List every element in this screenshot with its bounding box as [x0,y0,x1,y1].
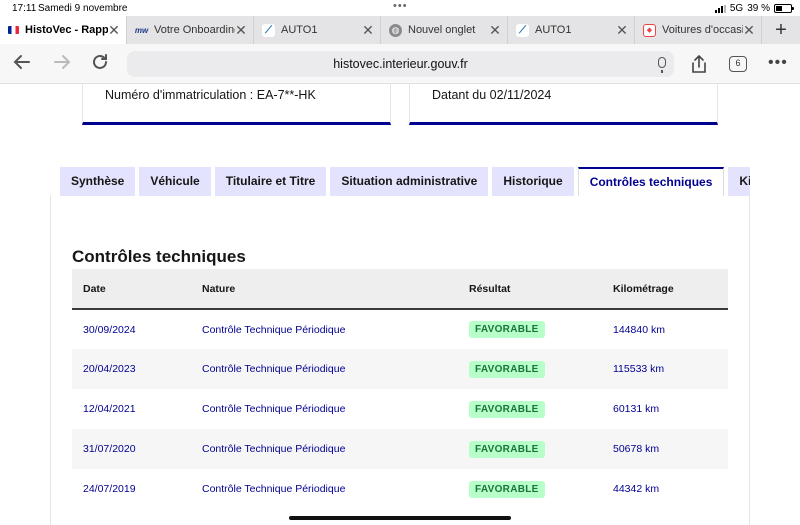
battery-icon [774,4,794,13]
close-tab-icon[interactable]: ✕ [235,22,247,39]
auto1-logo-icon: ⟋ [516,23,529,37]
table-row: 24/07/2019 Contrôle Technique Périodique… [72,469,728,509]
status-time: 17:11 [12,3,37,14]
table-row: 12/04/2021 Contrôle Technique Périodique… [72,389,728,429]
cell-nature: Contrôle Technique Périodique [202,323,346,336]
new-tab-button[interactable]: + [762,16,800,44]
globe-icon: ◍ [389,23,402,37]
cell-nature: Contrôle Technique Périodique [202,403,346,415]
browser-tab-title: AUTO1 [535,24,572,36]
result-badge: FAVORABLE [469,360,545,378]
cell-date: 12/04/2021 [83,403,136,415]
table-row: 30/09/2024 Contrôle Technique Périodique… [72,309,728,349]
tab-situation-administrative[interactable]: Situation administrative [330,167,489,196]
browser-tab-title: AUTO1 [281,24,318,36]
result-badge: FAVORABLE [469,321,545,338]
status-bar: 17:11 Samedi 9 novembre ••• 5G 39 % [0,0,800,16]
microphone-icon[interactable] [658,57,666,73]
close-tab-icon[interactable]: ✕ [108,22,120,39]
tab-historique[interactable]: Historique [492,167,574,196]
close-tab-icon[interactable]: ✕ [362,22,374,39]
cell-result: FAVORABLE [458,429,602,469]
browser-tab-title: HistoVec - Rapport [25,24,108,36]
back-arrow-icon[interactable] [12,52,32,78]
mw-logo-icon: mw [134,25,149,35]
column-header-result: Résultat [458,269,602,310]
multitask-dots-icon[interactable]: ••• [393,0,408,12]
cell-mileage: 144840 km [613,323,665,336]
column-header-nature: Nature [191,269,458,310]
close-tab-icon[interactable]: ✕ [743,22,755,39]
browser-toolbar: histovec.interieur.gouv.fr 6 ••• [0,44,800,84]
cell-mileage: 44342 km [613,483,660,495]
status-date: Samedi 9 novembre [38,3,128,14]
section-title: Contrôles techniques [72,247,246,266]
report-tabs: Synthèse Véhicule Titulaire et Titre Sit… [60,167,750,196]
table-header-row: Date Nature Résultat Kilométrage [72,269,728,310]
report-date-text: Datant du 02/11/2024 [432,88,552,102]
tab-synthese[interactable]: Synthèse [60,167,136,196]
tab-kilometrage[interactable]: Kilométrage [728,167,750,196]
url-text: histovec.interieur.gouv.fr [333,57,468,71]
browser-tab-bar: HistoVec - Rapport ✕ mw Votre Onboarding… [0,16,800,44]
browser-tab[interactable]: HistoVec - Rapport ✕ [0,16,127,44]
auto1-logo-icon: ⟋ [262,23,275,37]
result-badge: FAVORABLE [469,400,545,418]
cell-nature: Contrôle Technique Périodique [202,483,346,495]
tab-titulaire[interactable]: Titulaire et Titre [214,167,327,196]
browser-tab-title: Nouvel onglet [408,24,476,36]
close-tab-icon[interactable]: ✕ [616,22,628,39]
report-date-card: Datant du 02/11/2024 [409,84,718,125]
browser-tab[interactable]: ⟋ AUTO1 ✕ [508,16,635,44]
cell-date: 24/07/2019 [83,483,136,495]
browser-tab[interactable]: ◆ Voitures d'occasion ✕ [635,16,762,44]
registration-card: Numéro d'immatriculation : EA-7**-HK [82,84,391,125]
column-header-mileage: Kilométrage [602,269,728,310]
result-badge: FAVORABLE [469,480,545,498]
browser-tab-title: Votre Onboarding [154,24,235,36]
more-options-icon[interactable]: ••• [768,54,788,72]
tab-vehicule[interactable]: Véhicule [139,167,211,196]
cell-nature: Contrôle Technique Périodique [191,349,458,389]
close-tab-icon[interactable]: ✕ [489,22,501,39]
cell-result: FAVORABLE [458,349,602,389]
status-right: 5G 39 % [714,3,794,14]
cell-result: FAVORABLE [458,309,602,349]
cell-mileage: 60131 km [613,403,660,415]
cell-date: 30/09/2024 [83,323,136,336]
cell-date: 20/04/2023 [72,349,191,389]
column-header-date: Date [72,269,191,310]
browser-tab[interactable]: ⟋ AUTO1 ✕ [254,16,381,44]
cell-nature: Contrôle Technique Périodique [191,429,458,469]
registration-text: Numéro d'immatriculation : EA-7**-HK [105,88,316,102]
reload-icon[interactable] [90,52,110,78]
tab-controles-techniques[interactable]: Contrôles techniques [577,167,725,196]
result-badge: FAVORABLE [469,440,545,458]
table-row: 20/04/2023 Contrôle Technique Périodique… [72,349,728,389]
french-flag-icon [8,26,19,34]
home-indicator[interactable] [289,516,511,520]
network-label: 5G [729,3,744,14]
cell-result: FAVORABLE [458,469,602,509]
forward-arrow-icon[interactable] [52,52,72,78]
browser-tab[interactable]: mw Votre Onboarding ✕ [127,16,254,44]
address-bar[interactable]: histovec.interieur.gouv.fr [127,51,674,77]
share-icon[interactable] [690,54,708,79]
cell-mileage: 50678 km [602,429,728,469]
browser-tab[interactable]: ◍ Nouvel onglet ✕ [381,16,508,44]
cell-mileage: 115533 km [602,349,728,389]
battery-label: 39 % [747,3,770,14]
cell-result: FAVORABLE [458,389,602,429]
table-row: 31/07/2020 Contrôle Technique Périodique… [72,429,728,469]
car-site-icon: ◆ [643,23,656,37]
tab-count-button[interactable]: 6 [729,56,747,72]
inspections-table: Date Nature Résultat Kilométrage 30/09/2… [72,269,728,509]
cell-date: 31/07/2020 [72,429,191,469]
signal-icon [714,4,726,13]
browser-tab-title: Voitures d'occasion [662,24,743,36]
